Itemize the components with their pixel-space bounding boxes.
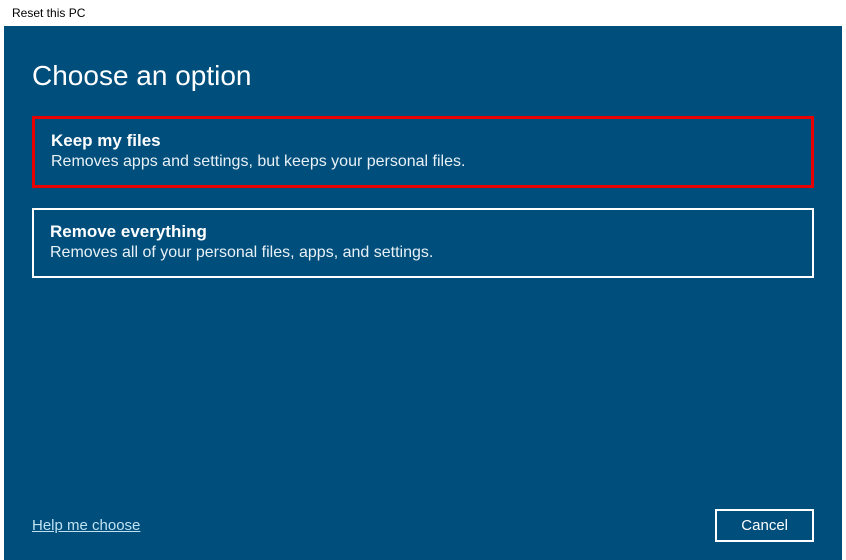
option-keep-title: Keep my files <box>51 131 795 151</box>
footer: Help me choose Cancel <box>4 509 842 542</box>
option-remove-everything[interactable]: Remove everything Removes all of your pe… <box>32 208 814 278</box>
options-container: Keep my files Removes apps and settings,… <box>4 116 842 278</box>
option-remove-title: Remove everything <box>50 222 796 242</box>
option-keep-my-files[interactable]: Keep my files Removes apps and settings,… <box>32 116 814 188</box>
cancel-button[interactable]: Cancel <box>715 509 814 542</box>
page-title: Choose an option <box>4 46 842 116</box>
window-titlebar: Reset this PC <box>0 0 846 26</box>
help-me-choose-link[interactable]: Help me choose <box>32 517 140 534</box>
option-remove-desc: Removes all of your personal files, apps… <box>50 244 796 262</box>
window-title: Reset this PC <box>12 6 85 20</box>
option-keep-desc: Removes apps and settings, but keeps you… <box>51 153 795 171</box>
main-panel: Choose an option Keep my files Removes a… <box>4 26 842 560</box>
